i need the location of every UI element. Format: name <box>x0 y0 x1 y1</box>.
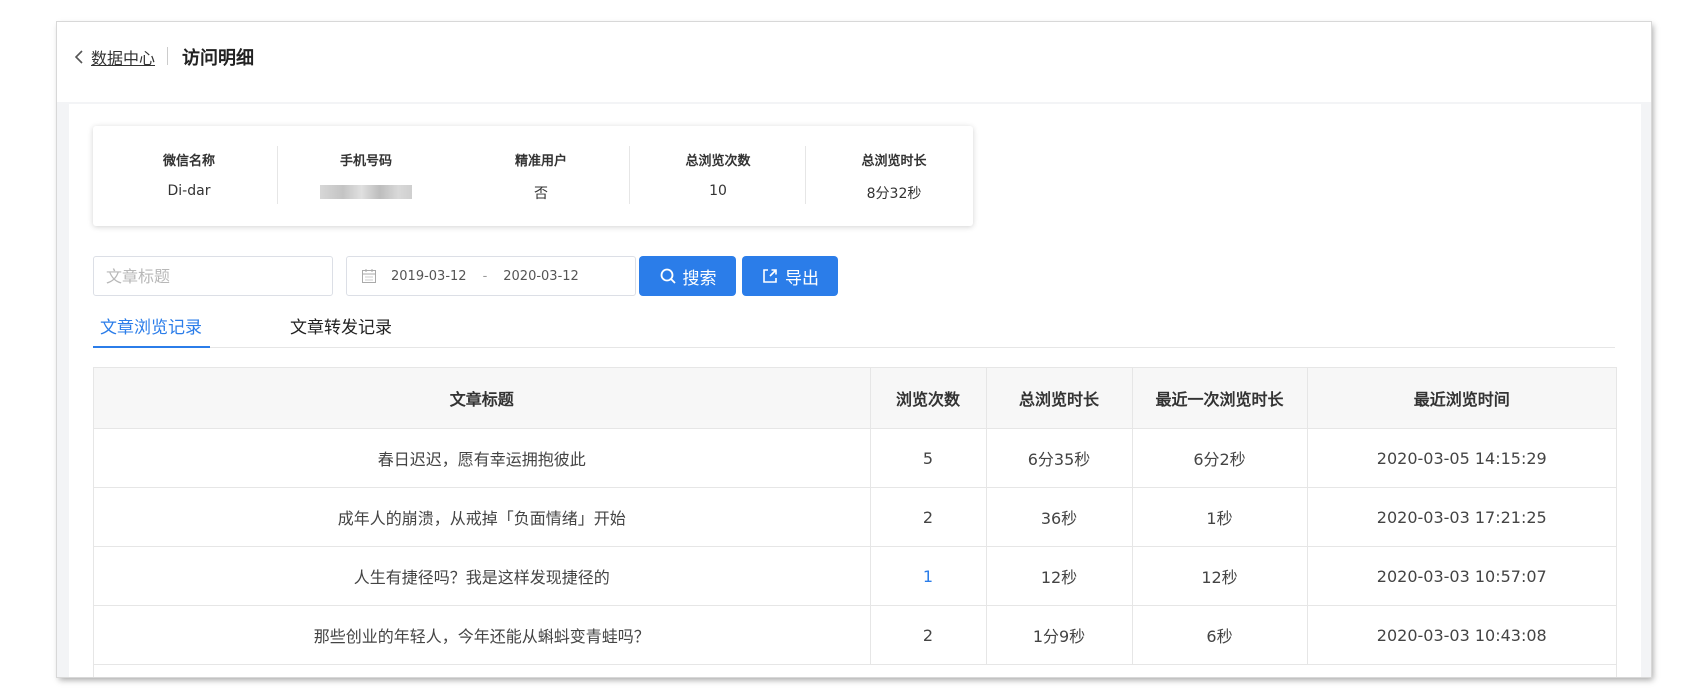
cell-views: 2 <box>870 487 987 547</box>
back-link-label[interactable]: 数据中心 <box>91 45 155 69</box>
cell-title: 成年人的崩溃，从戒掉「负面情绪」开始 <box>94 487 871 547</box>
cell-title: 那些创业的年轻人，今年还能从蝌蚪变青蛙吗？ <box>94 605 871 665</box>
user-info-card: 微信名称 Di-dar 手机号码 精准用户 否 总浏览次数 10 总浏览时长 8… <box>93 126 973 226</box>
info-label: 精准用户 <box>514 154 567 169</box>
col-header-total-duration: 总浏览时长 <box>986 368 1133 429</box>
cell-last-duration: 6分2秒 <box>1132 428 1308 488</box>
tab-article-shares[interactable]: 文章转发记录 <box>290 313 392 338</box>
table-row: 成年人的崩溃，从戒掉「负面情绪」开始 2 36秒 1秒 2020-03-03 1… <box>94 487 1616 547</box>
table-row: 那些创业的年轻人，今年还能从蝌蚪变青蛙吗？ 2 1分9秒 6秒 2020-03-… <box>94 605 1616 665</box>
record-tabs: 文章浏览记录 文章转发记录 <box>93 309 1615 348</box>
info-total-duration: 总浏览时长 8分32秒 <box>805 146 982 204</box>
app-window: 数据中心 访问明细 微信名称 Di-dar 手机号码 精准用户 否 总浏览次数 … <box>57 22 1651 677</box>
table-row: 春日迟迟，愿有幸运拥抱彼此 5 6分35秒 6分2秒 2020-03-05 14… <box>94 428 1616 488</box>
info-value: 否 <box>534 186 548 202</box>
cell-last-time: 2020-03-03 10:43:08 <box>1307 605 1616 665</box>
cell-last-time: 2020-03-05 14:15:29 <box>1307 428 1616 488</box>
export-button-label: 导出 <box>785 268 819 289</box>
article-title-input[interactable] <box>93 256 333 296</box>
date-end[interactable]: 2020-03-12 <box>503 269 579 284</box>
page-title: 访问明细 <box>182 48 254 69</box>
breadcrumb-divider <box>167 47 168 65</box>
main-panel: 微信名称 Di-dar 手机号码 精准用户 否 总浏览次数 10 总浏览时长 8… <box>69 104 1641 677</box>
col-header-views: 浏览次数 <box>870 368 987 429</box>
info-precise-user: 精准用户 否 <box>453 146 629 204</box>
info-value: Di-dar <box>167 183 211 199</box>
tab-article-views[interactable]: 文章浏览记录 <box>100 313 202 338</box>
cell-views-link[interactable]: 1 <box>870 546 987 606</box>
top-bar: 数据中心 访问明细 <box>57 22 1651 102</box>
table-header-row: 文章标题 浏览次数 总浏览时长 最近一次浏览时长 最近浏览时间 <box>94 368 1616 429</box>
col-header-title: 文章标题 <box>94 368 871 429</box>
cell-title: 人生有捷径吗？我是这样发现捷径的 <box>94 546 871 606</box>
cell-views: 5 <box>870 428 987 488</box>
cell-last-time: 2020-03-03 10:57:07 <box>1307 546 1616 606</box>
info-value: 8分32秒 <box>866 186 922 202</box>
active-tab-indicator <box>93 346 210 348</box>
export-button[interactable]: 导出 <box>742 256 838 296</box>
search-button-label: 搜索 <box>682 268 717 289</box>
cell-last-duration: 1秒 <box>1132 487 1308 547</box>
search-button[interactable]: 搜索 <box>639 256 736 296</box>
date-separator: - <box>482 268 488 284</box>
table-row: 人生有捷径吗？我是这样发现捷径的 1 12秒 12秒 2020-03-03 10… <box>94 546 1616 606</box>
cell-title: 春日迟迟，愿有幸运拥抱彼此 <box>94 428 871 488</box>
info-value: 10 <box>709 183 727 199</box>
info-phone: 手机号码 <box>277 146 454 204</box>
back-link[interactable]: 数据中心 <box>71 46 155 68</box>
info-total-views: 总浏览次数 10 <box>629 146 806 204</box>
cell-total-duration: 6分35秒 <box>986 428 1133 488</box>
cell-total-duration: 1分9秒 <box>986 605 1133 665</box>
info-label: 手机号码 <box>339 154 392 169</box>
cell-last-duration: 6秒 <box>1132 605 1308 665</box>
cell-last-duration: 12秒 <box>1132 546 1308 606</box>
cell-views: 2 <box>870 605 987 665</box>
records-table: 文章标题 浏览次数 总浏览时长 最近一次浏览时长 最近浏览时间 春日迟迟，愿有幸… <box>93 367 1617 677</box>
chevron-left-icon <box>74 50 83 64</box>
search-icon <box>660 268 676 284</box>
export-icon <box>763 269 777 283</box>
date-start[interactable]: 2019-03-12 <box>391 269 467 284</box>
info-label: 总浏览次数 <box>685 154 751 169</box>
col-header-last-duration: 最近一次浏览时长 <box>1132 368 1308 429</box>
cell-last-time: 2020-03-03 17:21:25 <box>1307 487 1616 547</box>
cell-total-duration: 36秒 <box>986 487 1133 547</box>
calendar-icon <box>362 269 376 283</box>
info-label: 总浏览时长 <box>861 154 927 169</box>
redacted-phone <box>320 185 412 199</box>
col-header-last-time: 最近浏览时间 <box>1307 368 1616 429</box>
info-wechat-name: 微信名称 Di-dar <box>101 146 277 204</box>
info-label: 微信名称 <box>162 154 215 169</box>
date-range-picker[interactable]: 2019-03-12 - 2020-03-12 <box>346 256 636 296</box>
cell-total-duration: 12秒 <box>986 546 1133 606</box>
